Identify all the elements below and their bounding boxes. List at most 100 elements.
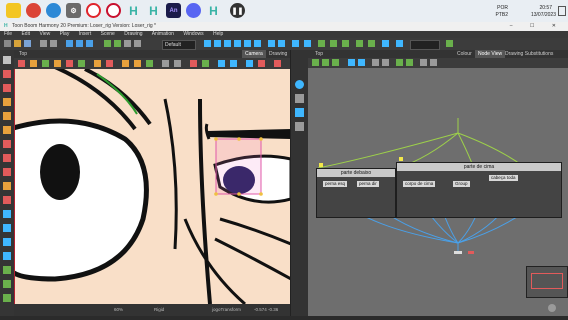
peg-icon[interactable]	[330, 40, 337, 47]
keyframe-icon[interactable]	[104, 40, 111, 47]
tab-camera[interactable]: Camera	[242, 50, 266, 58]
render-icon[interactable]	[258, 60, 265, 67]
edge-icon[interactable]	[46, 3, 61, 18]
group-port[interactable]	[399, 157, 403, 161]
mark-icon[interactable]	[42, 60, 49, 67]
view-mode-icon[interactable]	[295, 80, 304, 89]
stamp-icon[interactable]	[78, 60, 85, 67]
clock-date[interactable]: 13/07/2023	[531, 12, 556, 18]
display-icon[interactable]	[382, 40, 389, 47]
key-add-icon[interactable]	[114, 40, 121, 47]
node-perna-dir[interactable]: perna dir	[357, 181, 379, 187]
language-label[interactable]: POR	[497, 5, 508, 11]
window-controls[interactable]: ‒ ☐ ✕	[510, 22, 564, 31]
light-icon[interactable]	[30, 60, 37, 67]
notification-icon[interactable]	[558, 6, 566, 16]
loop-icon[interactable]	[76, 40, 83, 47]
menu-drawing[interactable]: Drawing	[124, 31, 142, 37]
navigator-viewport[interactable]	[531, 273, 563, 289]
morph-tool-icon[interactable]	[3, 266, 11, 274]
settings-icon[interactable]: ⚙	[66, 3, 81, 18]
bone-icon[interactable]	[278, 40, 285, 47]
menu-help[interactable]: Help	[213, 31, 223, 37]
eraser-tool-icon[interactable]	[3, 140, 11, 148]
brush-icon[interactable]	[122, 60, 129, 67]
visibility-icon[interactable]	[202, 60, 209, 67]
undo-icon[interactable]	[40, 40, 47, 47]
chrome-icon[interactable]	[26, 3, 41, 18]
menu-animation[interactable]: Animation	[152, 31, 174, 37]
composite-icon[interactable]	[368, 40, 375, 47]
opera-icon[interactable]	[86, 3, 101, 18]
discord-icon[interactable]	[186, 3, 201, 18]
paint-bucket-icon[interactable]	[94, 60, 101, 67]
fit-icon[interactable]	[295, 108, 304, 117]
folder-icon[interactable]	[6, 3, 21, 18]
animate-icon[interactable]: An	[166, 3, 181, 18]
dropper-tool-icon[interactable]	[3, 210, 11, 218]
skew-icon[interactable]	[234, 40, 241, 47]
redo-icon[interactable]	[50, 40, 57, 47]
pivot-icon[interactable]	[292, 40, 299, 47]
pen-icon[interactable]	[54, 60, 61, 67]
pause-icon[interactable]: ❚❚	[230, 3, 245, 18]
h-app-icon[interactable]: H	[206, 3, 221, 18]
menu-scene[interactable]: Scene	[101, 31, 115, 37]
text-tool-icon[interactable]	[3, 126, 11, 134]
clock-time[interactable]: 20:57	[539, 5, 552, 11]
display-node[interactable]	[468, 251, 474, 254]
line-tool-icon[interactable]	[3, 168, 11, 176]
new-icon[interactable]	[4, 40, 11, 47]
onion-icon[interactable]	[124, 40, 131, 47]
fill-icon[interactable]	[134, 60, 141, 67]
cut-icon[interactable]	[66, 60, 73, 67]
menu-file[interactable]: File	[4, 31, 12, 37]
composite-node[interactable]	[454, 251, 462, 254]
node-group[interactable]: Group	[453, 181, 470, 187]
tab-node-view[interactable]: Node View	[475, 50, 506, 58]
sound-icon[interactable]	[86, 40, 93, 47]
pencil-tool-icon[interactable]	[3, 112, 11, 120]
node-corpo-de-cima[interactable]: corpo de cima	[403, 181, 436, 187]
keyboard-label[interactable]: PTB2	[495, 12, 508, 18]
script-icon[interactable]	[446, 40, 453, 47]
h-app-icon[interactable]: H	[146, 3, 161, 18]
scale-icon[interactable]	[224, 40, 231, 47]
rigging-tool-icon[interactable]	[3, 294, 11, 302]
save-icon[interactable]	[24, 40, 31, 47]
rotate-view-icon[interactable]	[3, 238, 11, 246]
menu-play[interactable]: Play	[60, 31, 70, 37]
view-icon[interactable]	[174, 60, 181, 67]
hand-tool-icon[interactable]	[3, 224, 11, 232]
menu-insert[interactable]: Insert	[79, 31, 92, 37]
record-icon[interactable]	[18, 60, 25, 67]
tab-drawing-substitutions[interactable]: Drawing Substitutions	[502, 50, 556, 58]
bone-tool-icon[interactable]	[3, 280, 11, 288]
reset-view-icon[interactable]	[295, 122, 304, 131]
zoom-icon[interactable]	[254, 40, 261, 47]
lock-icon[interactable]	[190, 60, 197, 67]
transform-icon[interactable]	[204, 40, 211, 47]
node-perna-esq[interactable]: perna esq	[323, 181, 348, 187]
tab-colour[interactable]: Colour	[454, 50, 475, 58]
pan-icon[interactable]	[295, 94, 304, 103]
menu-edit[interactable]: Edit	[21, 31, 30, 37]
zoom-tool-icon[interactable]	[3, 252, 11, 260]
group-icon[interactable]	[342, 40, 349, 47]
tab-drawing[interactable]: Drawing	[266, 50, 290, 58]
brush-tool-icon[interactable]	[3, 98, 11, 106]
camera-icon[interactable]	[396, 40, 403, 47]
menu-windows[interactable]: Windows	[183, 31, 203, 37]
play-icon[interactable]	[66, 40, 73, 47]
rotate-icon[interactable]	[214, 40, 221, 47]
node-cabeca-toda[interactable]: cabeça toda	[489, 175, 518, 181]
grid-icon[interactable]	[134, 40, 141, 47]
preview-icon[interactable]	[246, 60, 253, 67]
cutter-tool-icon[interactable]	[3, 84, 11, 92]
menu-view[interactable]: View	[39, 31, 50, 37]
scissors-icon[interactable]	[106, 60, 113, 67]
navigator-icon[interactable]	[548, 304, 556, 312]
safe-area-icon[interactable]	[218, 60, 225, 67]
select-tool-icon[interactable]	[3, 56, 11, 64]
workspace-select[interactable]: Default	[162, 40, 196, 50]
